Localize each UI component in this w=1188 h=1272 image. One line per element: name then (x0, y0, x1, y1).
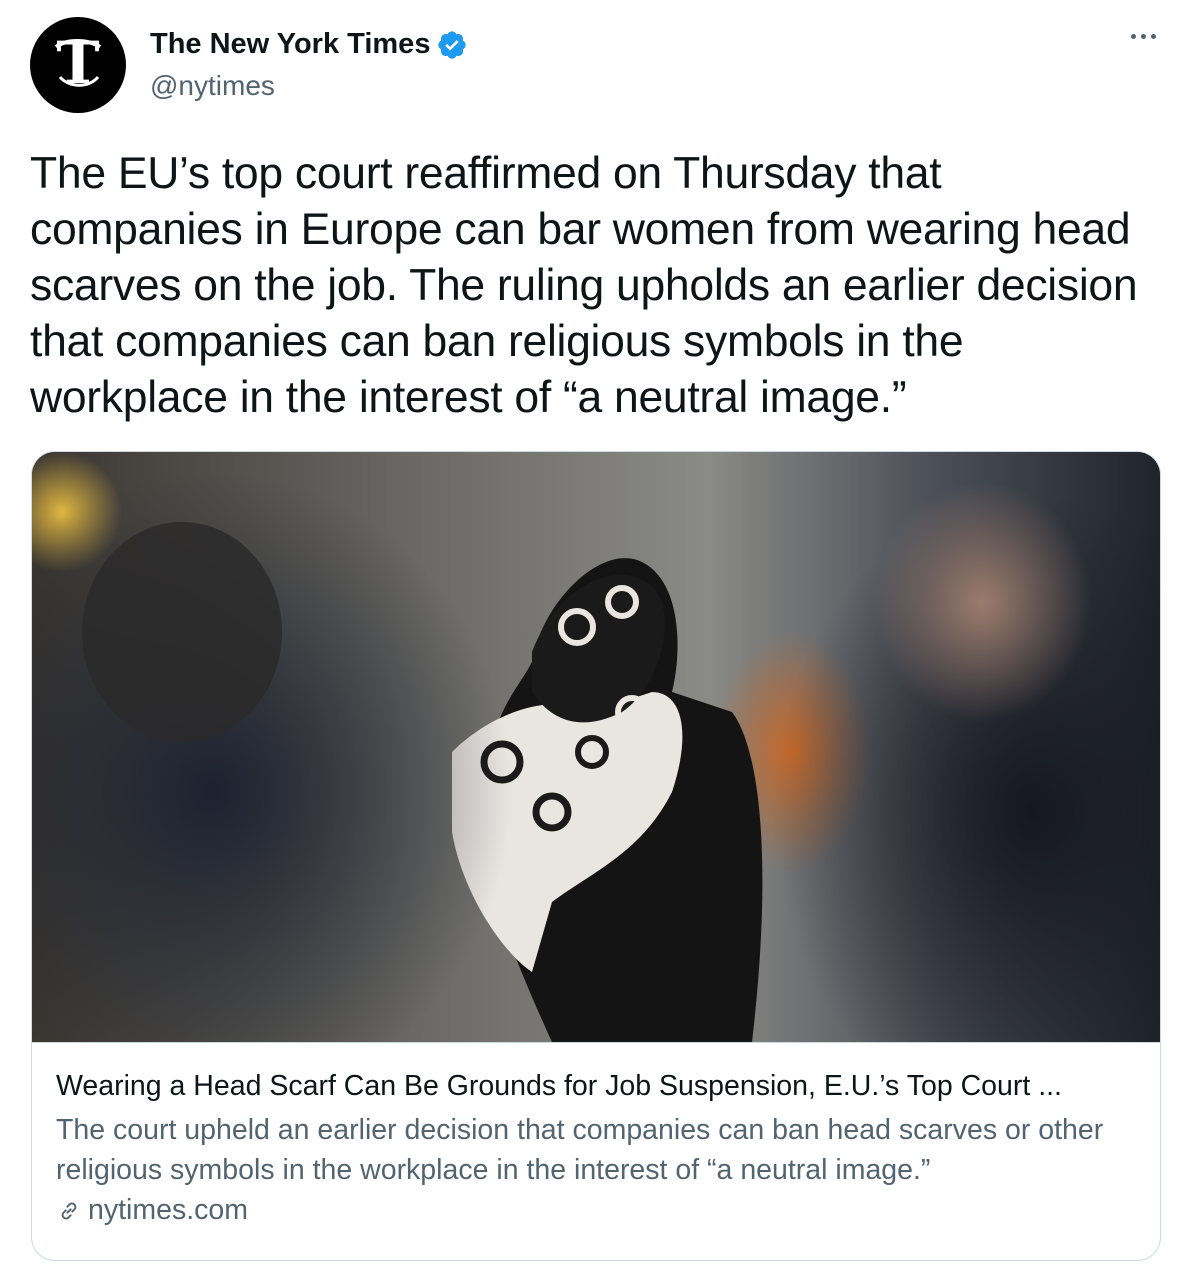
display-name[interactable]: The New York Times (150, 28, 430, 61)
card-image[interactable] (32, 452, 1160, 1132)
dot (1151, 34, 1156, 39)
tweet-text: The EU’s top court reaffirmed on Thursda… (30, 149, 1138, 422)
author-name-row: The New York Times (150, 28, 468, 61)
handle[interactable]: @nytimes (150, 70, 275, 102)
dot (1141, 34, 1146, 39)
verified-badge-icon (436, 29, 468, 61)
more-options-icon[interactable] (1127, 26, 1160, 47)
photo-crowd-woman-headscarf (32, 452, 1160, 1132)
link-icon (56, 1198, 82, 1224)
card-title: Wearing a Head Scarf Can Be Grounds for … (56, 1070, 1062, 1102)
card-domain: nytimes.com (88, 1194, 248, 1226)
card-description: The court upheld an earlier decision tha… (56, 1114, 1104, 1186)
card-body: Wearing a Head Scarf Can Be Grounds for … (56, 1066, 1136, 1227)
dot (1131, 34, 1136, 39)
nyt-logo-icon: T (54, 29, 102, 97)
avatar[interactable]: T (30, 17, 126, 113)
card-domain-row: nytimes.com (56, 1194, 1136, 1227)
link-card[interactable]: Wearing a Head Scarf Can Be Grounds for … (31, 451, 1161, 1261)
